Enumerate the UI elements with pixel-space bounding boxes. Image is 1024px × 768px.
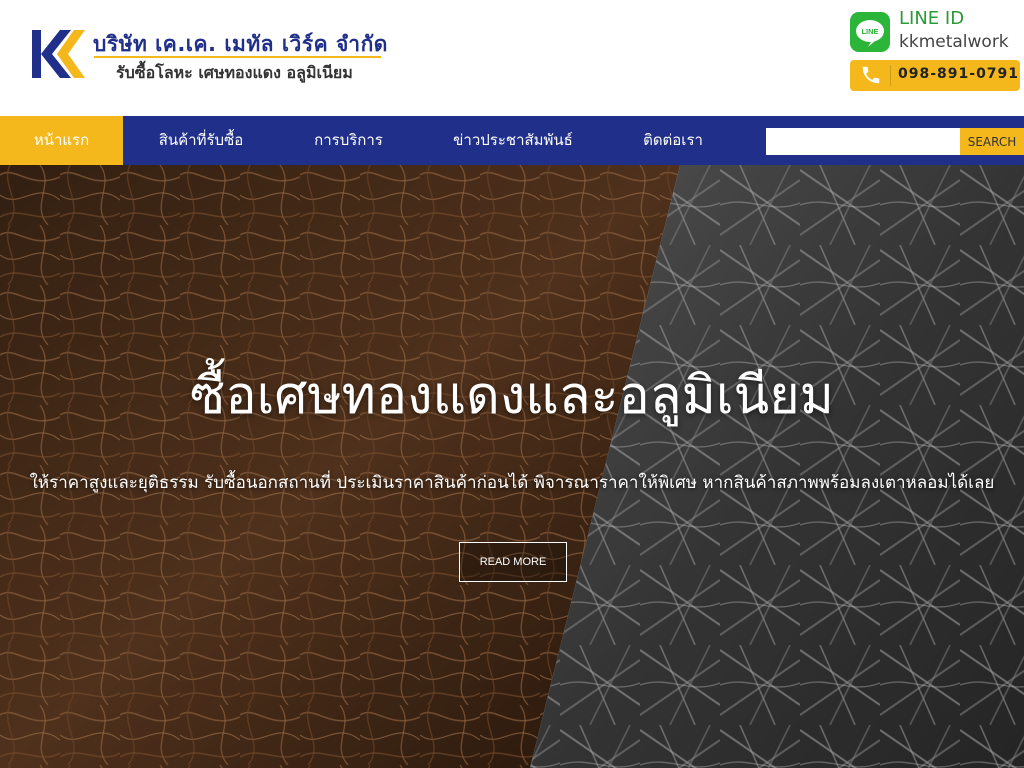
main-nav: หน้าแรก สินค้าที่รับซื้อ การบริการ ข่าวป… (0, 116, 1024, 165)
nav-item-news[interactable]: ข่าวประชาสัมพันธ์ (447, 116, 579, 165)
phone-button[interactable]: 098-891-0791 (850, 60, 1020, 91)
search-button[interactable]: SEARCH (960, 128, 1024, 155)
read-more-button[interactable]: READ MORE (459, 542, 567, 582)
line-id-value[interactable]: kkmetalwork (899, 32, 1009, 52)
nav-item-home[interactable]: หน้าแรก (0, 116, 123, 165)
hero-subtitle: ให้ราคาสูงและยุติธรรม รับซื้อนอกสถานที่ … (29, 473, 995, 493)
hero-background-image (0, 165, 1024, 768)
kk-logo[interactable] (30, 28, 86, 80)
search-input[interactable] (766, 128, 960, 155)
line-app-icon[interactable]: LINE (850, 12, 890, 52)
nav-item-contact[interactable]: ติดต่อเรา (633, 116, 713, 165)
hero-banner: ซื้อเศษทองแดงและอลูมิเนียม ให้ราคาสูงและ… (0, 165, 1024, 768)
company-tagline: รับซื้อโลหะ เศษทองแดง อลูมิเนียม (116, 63, 353, 82)
hero-title: ซื้อเศษทองแดงและอลูมิเนียม (190, 366, 834, 426)
company-name-underline (94, 56, 381, 58)
line-icon-label: LINE (861, 27, 878, 36)
nav-item-services[interactable]: การบริการ (300, 116, 397, 165)
phone-icon (862, 66, 880, 84)
site-header: บริษัท เค.เค. เมทัล เวิร์ค จำกัด รับซื้อ… (0, 0, 1024, 116)
phone-number: 098-891-0791 (898, 66, 1020, 82)
phone-divider (890, 65, 891, 86)
nav-item-products[interactable]: สินค้าที่รับซื้อ (148, 116, 254, 165)
line-id-label: LINE ID (899, 8, 965, 29)
